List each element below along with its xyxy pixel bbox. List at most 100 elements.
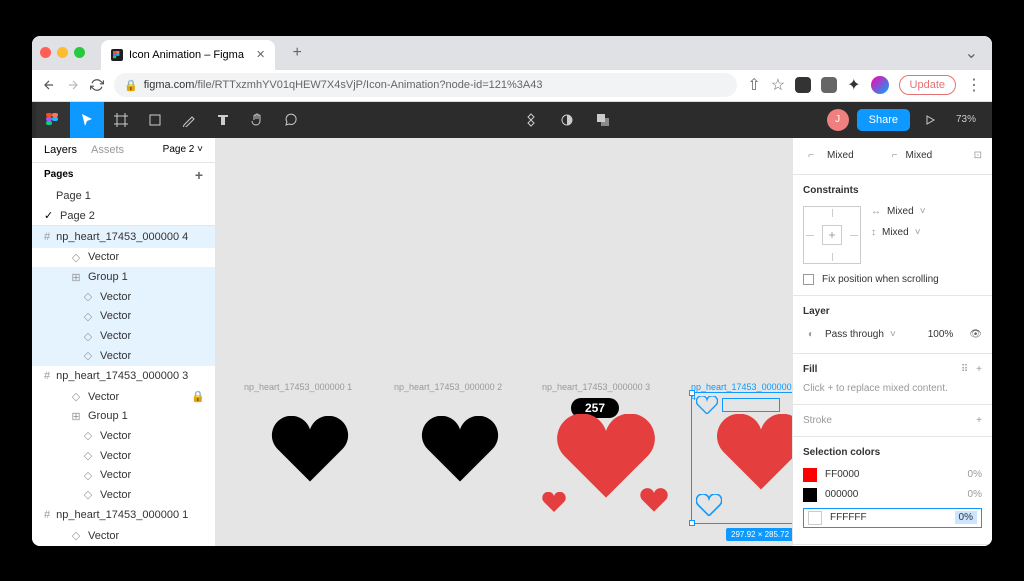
selection-colors-header: Selection colors <box>803 447 982 458</box>
pages-header: Pages+ <box>32 163 215 186</box>
v-constraint[interactable]: ↕Mixed˅ <box>871 227 926 238</box>
share-page-icon[interactable]: ⇧ <box>747 75 760 95</box>
assets-tab[interactable]: Assets <box>91 144 124 156</box>
layer-item[interactable]: ◇Vector <box>32 326 215 346</box>
layer-item[interactable]: ◇Vector <box>32 307 215 327</box>
corner-radius-icon: ⌐ <box>892 150 898 161</box>
browser-tabbar: Icon Animation – Figma ✕ + ⌄ <box>32 36 992 70</box>
figma-toolbar: J Share 73% <box>32 102 992 138</box>
update-button[interactable]: Update <box>899 75 956 95</box>
bookmark-icon[interactable]: ☆ <box>771 75 785 95</box>
zoom-dropdown[interactable]: 73% <box>950 114 982 125</box>
heart-shape[interactable] <box>542 492 566 512</box>
present-icon[interactable] <box>918 102 942 138</box>
hand-tool-icon[interactable] <box>240 102 274 138</box>
page-item[interactable]: ✓Page 2 <box>32 206 215 226</box>
pen-tool-icon[interactable] <box>172 102 206 138</box>
page-item[interactable]: Page 1 <box>32 186 215 206</box>
outlined-heart[interactable] <box>696 494 722 516</box>
h-constraint[interactable]: ↔Mixed˅ <box>871 206 926 217</box>
page-selector[interactable]: Page 2 ˅ <box>163 144 203 155</box>
layers-panel: Layers Assets Page 2 ˅ Pages+ Page 1 ✓Pa… <box>32 138 216 546</box>
outlined-heart[interactable] <box>696 396 718 414</box>
lock-icon: 🔒 <box>124 79 138 92</box>
figma-favicon <box>111 49 123 61</box>
window-close[interactable] <box>40 47 51 58</box>
browser-tab[interactable]: Icon Animation – Figma ✕ <box>101 40 275 70</box>
user-avatar[interactable]: J <box>827 109 849 131</box>
canvas[interactable]: np_heart_17453_000000 1 np_heart_17453_0… <box>216 138 792 546</box>
outlined-badge[interactable] <box>722 398 780 412</box>
color-swatch[interactable] <box>808 511 822 525</box>
color-row[interactable]: 0000000% <box>803 488 982 502</box>
frame-tool-icon[interactable] <box>104 102 138 138</box>
layer-item[interactable]: ◇Vector <box>32 248 215 268</box>
opacity-value[interactable]: 100% <box>928 329 954 340</box>
heart-shape[interactable] <box>640 488 668 512</box>
heart-shape[interactable] <box>556 414 656 498</box>
layer-frame[interactable]: #np_heart_17453_000000 1 <box>32 505 215 526</box>
layer-item[interactable]: ◇Vector <box>32 287 215 307</box>
url-input[interactable]: 🔒 figma.com/file/RTTxzmhYV01qHEW7X4sVjP/… <box>114 73 737 97</box>
browser-menu-icon[interactable]: ⋮ <box>966 75 982 95</box>
corner-value[interactable]: Mixed <box>906 150 933 161</box>
inspector-panel: ⌐ Mixed ⌐ Mixed ⊡ Constraints + <box>792 138 992 546</box>
layer-item[interactable]: ◇Vector <box>32 485 215 505</box>
add-fill-icon[interactable]: + <box>976 364 982 375</box>
layer-item[interactable]: ◇Vector <box>32 465 215 485</box>
heart-shape[interactable] <box>716 414 792 490</box>
component-icon[interactable] <box>514 102 548 138</box>
frame-label[interactable]: np_heart_17453_000000 2 <box>394 382 502 392</box>
color-swatch[interactable] <box>803 488 817 502</box>
lock-icon[interactable]: 🔒 <box>191 390 205 403</box>
stroke-header: Stroke <box>803 415 832 426</box>
add-stroke-icon[interactable]: + <box>976 415 982 426</box>
layer-header: Layer <box>803 306 982 317</box>
layer-item[interactable]: ⊞Group 1 <box>32 267 215 287</box>
window-minimize[interactable] <box>57 47 68 58</box>
add-page-button[interactable]: + <box>195 167 203 183</box>
frame-label[interactable]: np_heart_17453_000000 3 <box>542 382 650 392</box>
independent-corners-icon[interactable]: ⊡ <box>974 150 982 161</box>
frame-label[interactable]: np_heart_17453_000000 1 <box>244 382 352 392</box>
layer-item[interactable]: ⊞Group 1 <box>32 406 215 426</box>
new-tab-button[interactable]: + <box>285 41 309 65</box>
window-maximize[interactable] <box>74 47 85 58</box>
color-row[interactable]: FFFFFF0% <box>803 508 982 528</box>
color-row[interactable]: FF00000% <box>803 468 982 482</box>
color-swatch[interactable] <box>803 468 817 482</box>
close-tab-icon[interactable]: ✕ <box>256 48 265 61</box>
fix-position-checkbox[interactable] <box>803 274 814 285</box>
profile-avatar[interactable] <box>871 76 889 94</box>
text-tool-icon[interactable] <box>206 102 240 138</box>
layers-tab[interactable]: Layers <box>44 144 77 156</box>
mask-icon[interactable] <box>550 102 584 138</box>
visibility-icon[interactable]: 👁 <box>969 329 982 340</box>
figma-menu-icon[interactable] <box>36 102 70 138</box>
comment-tool-icon[interactable] <box>274 102 308 138</box>
heart-shape[interactable] <box>271 416 349 482</box>
reload-button[interactable] <box>90 78 104 92</box>
constraints-widget[interactable]: + <box>803 206 861 264</box>
layer-item[interactable]: ◇Vector <box>32 346 215 366</box>
layer-frame[interactable]: #np_heart_17453_000000 3 <box>32 366 215 387</box>
forward-button[interactable] <box>66 78 80 92</box>
fill-styles-icon[interactable]: ⠿ <box>961 364 968 375</box>
extension-icon[interactable] <box>821 77 837 93</box>
share-button[interactable]: Share <box>857 109 910 131</box>
back-button[interactable] <box>42 78 56 92</box>
blend-mode[interactable]: Pass through <box>825 329 884 340</box>
layer-item[interactable]: ◇Vector <box>32 426 215 446</box>
layer-item[interactable]: ◇Vector🔒 <box>32 387 215 407</box>
layer-item[interactable]: ◇Vector <box>32 526 215 546</box>
boolean-icon[interactable] <box>586 102 620 138</box>
shape-tool-icon[interactable] <box>138 102 172 138</box>
extension-icon[interactable] <box>795 77 811 93</box>
layer-item[interactable]: ◇Vector <box>32 446 215 466</box>
corner-value[interactable]: Mixed <box>827 150 854 161</box>
layer-frame[interactable]: #np_heart_17453_000000 4 <box>32 226 215 247</box>
move-tool-icon[interactable] <box>70 102 104 138</box>
tabs-overflow-icon[interactable]: ⌄ <box>965 43 978 63</box>
extensions-icon[interactable]: ✦ <box>847 75 860 95</box>
heart-shape[interactable] <box>421 416 499 482</box>
